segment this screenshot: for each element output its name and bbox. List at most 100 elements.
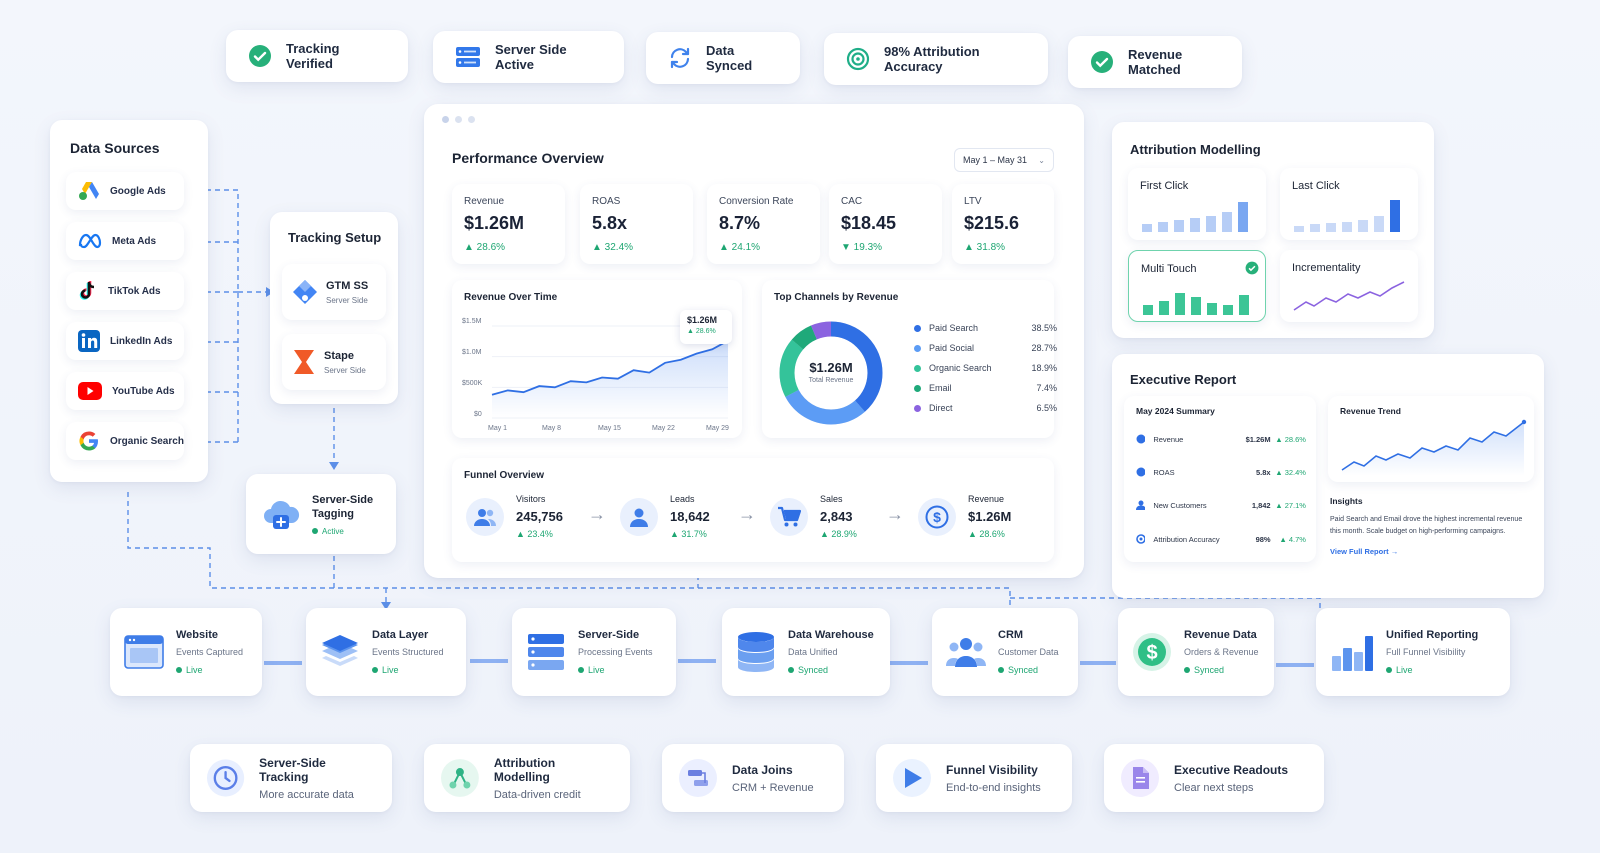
last-click-bars [1294,200,1400,232]
model-multi-touch[interactable]: Multi Touch [1128,250,1266,322]
incrementality-line [1293,281,1405,311]
pipeline-status: Live [382,665,399,675]
bullet-icon [1136,434,1146,444]
arrow-right-icon: → [738,504,756,524]
feature-title: Data Joins [732,762,793,777]
kpi-label: CAC [841,196,863,207]
tracking-stape[interactable]: Stape Server Side [282,334,386,390]
summary-change: ▲ 32.4% [1275,467,1306,477]
status-pill-data-synced: Data Synced [646,32,800,84]
server-side-tagging-title: Server-Side Tagging [312,493,374,520]
summary-label: ROAS [1153,467,1175,477]
multi-touch-bars [1143,293,1249,315]
pipeline-crm: CRM Customer Data Synced [932,608,1078,696]
legend-swatch [914,364,921,372]
legend-percent: 38.5% [1031,323,1057,333]
chart-title: Top Channels by Revenue [774,292,899,303]
kpi-label: Revenue [464,196,505,207]
source-google-ads[interactable]: Google Ads [66,172,184,210]
source-tiktok-ads[interactable]: TikTok Ads [66,272,184,310]
window-controls [442,116,475,123]
data-sources-title: Data Sources [70,140,160,156]
summary-change: ▲ 28.6% [1275,434,1306,444]
funnel-change: ▲ 23.4% [516,529,553,539]
tracking-item-label: GTM SS [326,279,369,292]
kpi-value: $18.45 [841,213,897,233]
summary-row-roas: ROAS 5.8x ▲ 32.4% [1136,467,1306,477]
kpi-value: $1.26M [464,213,525,233]
model-label: First Click [1140,180,1189,192]
legend-label: Paid Search [929,323,979,333]
model-first-click[interactable]: First Click [1128,168,1266,240]
pipeline-sub: Events Captured [176,647,244,657]
donut-center-value: $1.26M [809,360,853,375]
pipeline-sub: Full Funnel Visibility [1386,647,1466,657]
pipeline-sub: Processing Events [578,647,653,657]
kpi-conversion-rate: Conversion Rate 8.7% ▲ 24.1% [707,184,820,264]
tracking-gtm-ss[interactable]: GTM SS Server Side [282,264,386,320]
model-incrementality[interactable]: Incrementality [1280,250,1418,322]
tiktok-icon [79,281,95,300]
tracking-setup-panel: Tracking Setup GTM SS Server Side Stape Se… [270,212,398,404]
cart-icon [778,506,801,526]
status-pill-label: Server Side Active [495,42,567,72]
pipeline-sub: Data Unified [788,647,838,657]
server-side-tagging-card[interactable]: Server-Side Tagging Active [246,474,396,554]
funnel-step-leads: Leads 18,642 ▲ 31.7% [620,494,710,539]
summary-row-revenue: Revenue $1.26M ▲ 28.6% [1136,434,1306,444]
performance-overview-window: Performance Overview May 1 – May 31 ⌄ Re… [424,104,1084,578]
feature-title: Server-Side Tracking [259,755,326,784]
status-dot [176,667,182,673]
funnel-value: 245,756 [516,509,563,524]
pipeline-title: CRM [998,629,1024,641]
source-label: LinkedIn Ads [110,335,173,347]
funnel-step-visitors: Visitors 245,756 ▲ 23.4% [466,494,563,539]
tracking-item-label: Stape [324,349,354,362]
source-youtube-ads[interactable]: YouTube Ads [66,372,184,410]
check-circle-icon [1091,51,1113,73]
sync-icon [670,47,690,69]
cloud-plus-icon [264,500,300,529]
svg-text:$: $ [1146,642,1157,664]
trend-title: Revenue Trend [1340,406,1401,416]
kpi-roas: ROAS 5.8x ▲ 32.4% [580,184,693,264]
source-meta-ads[interactable]: Meta Ads [66,222,184,260]
model-label: Last Click [1292,180,1340,192]
legend-label: Paid Social [929,343,975,353]
pipeline-status: Synced [1008,665,1039,675]
pipeline-title: Server-Side [578,629,640,641]
server-stack-icon [528,634,564,670]
server-side-tagging-status: Active [322,526,344,536]
x-tick-label: May 8 [542,425,562,432]
source-organic-search[interactable]: Organic Search [66,422,184,460]
tracking-item-sub: Server Side [324,365,366,375]
donut-center-label: Total Revenue [808,377,854,384]
layers-icon [322,635,358,666]
date-range-select[interactable]: May 1 – May 31 ⌄ [954,148,1054,172]
y-tick-label: $0 [474,411,482,418]
x-tick-label: May 29 [706,425,729,432]
funnel-overview-panel: Funnel Overview Visitors 245,756 ▲ 23.4% →… [452,458,1054,562]
view-full-report-link[interactable]: View Full Report → [1330,547,1530,556]
summary-row-new-customers: New Customers 1,842 ▲ 27.1% [1136,500,1306,510]
funnel-change: ▲ 28.6% [968,529,1005,539]
top-channels-panel: Top Channels by Revenue $1.26M Total Rev… [762,280,1057,438]
dollar-coin-icon: $ [1133,633,1171,671]
pipeline-title: Unified Reporting [1386,629,1479,641]
source-label: TikTok Ads [108,285,161,297]
legend-item: Direct 6.5% [914,398,1057,418]
status-pill-attribution-accuracy: 98% Attribution Accuracy [824,33,1048,85]
source-linkedin-ads[interactable]: LinkedIn Ads [66,322,184,360]
legend-percent: 28.7% [1031,343,1057,353]
model-last-click[interactable]: Last Click [1280,168,1418,240]
pipeline-status: Live [588,665,605,675]
model-label: Multi Touch [1141,263,1197,275]
insights-title: Insights [1330,496,1363,506]
status-pill-label: Revenue Matched [1128,47,1183,77]
google-ads-icon [79,182,99,200]
status-dot [998,667,1004,673]
summary-value: 1,842 [1251,500,1271,510]
pipeline-status: Synced [1194,665,1225,675]
feature-executive-readouts: Executive Readouts Clear next steps [1104,744,1324,812]
status-pill-label: 98% Attribution Accuracy [884,44,980,74]
